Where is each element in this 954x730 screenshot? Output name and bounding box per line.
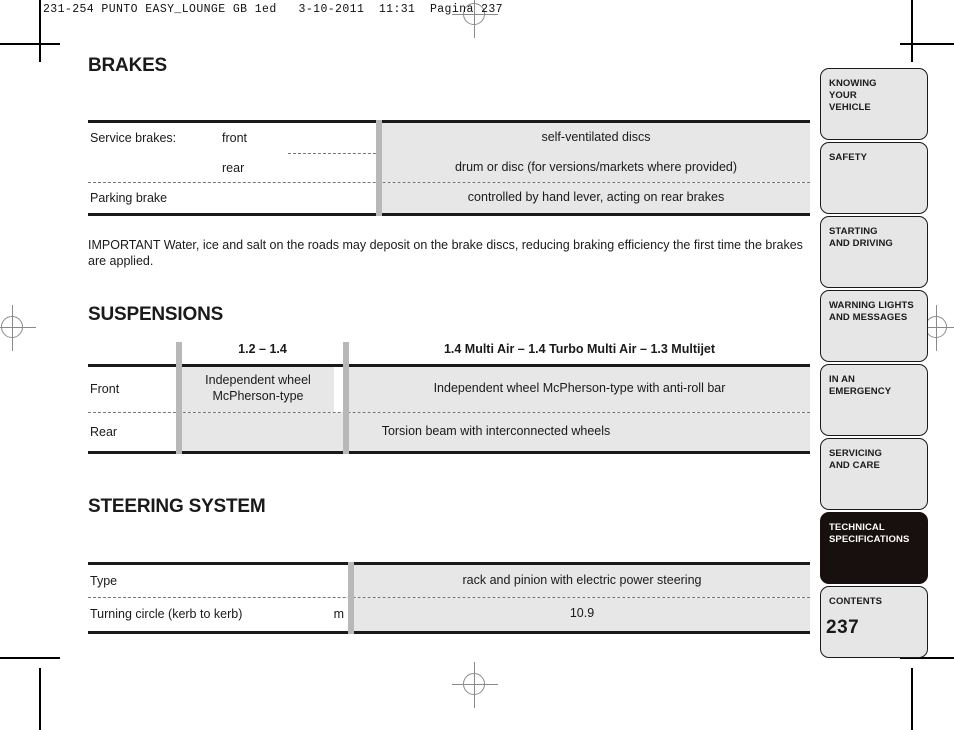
steering-row1-value: 10.9	[354, 597, 810, 631]
suspensions-row1-value: Torsion beam with interconnected wheels	[182, 412, 810, 451]
suspensions-header-row: 1.2 – 1.4 1.4 Multi Air – 1.4 Turbo Mult…	[88, 342, 810, 364]
table-suspensions: 1.2 – 1.4 1.4 Multi Air – 1.4 Turbo Mult…	[88, 341, 810, 454]
thumb-tab-technical-specifications[interactable]: TECHNICAL SPECIFICATIONS	[820, 512, 928, 584]
registration-mark-left-center	[0, 305, 36, 351]
brakes-row1-value: drum or disc (for versions/markets where…	[382, 153, 810, 182]
steering-row0-value: rack and pinion with electric power stee…	[354, 564, 810, 597]
thumb-tab-servicing-and-care[interactable]: SERVICING AND CARE	[820, 438, 928, 510]
thumb-tab-warning-lights-and-messages[interactable]: WARNING LIGHTS AND MESSAGES	[820, 290, 928, 362]
table-brakes: Service brakes: front self-ventilated di…	[88, 120, 810, 216]
table-row: Parking brake controlled by hand lever, …	[88, 183, 810, 213]
brakes-row2-value: controlled by hand lever, acting on rear…	[382, 183, 810, 213]
table-row: Rear Torsion beam with interconnected wh…	[88, 412, 810, 451]
crop-mark-bottom-right-vertical	[911, 668, 913, 730]
brakes-column-separator	[376, 120, 382, 216]
thumb-tab-starting-and-driving[interactable]: STARTING AND DRIVING	[820, 216, 928, 288]
brakes-row0-label: Service brakes:	[90, 131, 177, 145]
thumb-tab-label: WARNING LIGHTS AND MESSAGES	[829, 300, 914, 323]
steering-row0-unit	[304, 565, 354, 597]
suspensions-column-header-0: 1.2 – 1.4	[238, 341, 287, 356]
suspensions-column-header-1: 1.4 Multi Air – 1.4 Turbo Multi Air – 1.…	[443, 341, 716, 356]
table-row: Service brakes: front self-ventilated di…	[88, 123, 810, 153]
suspensions-row0-value-col2: Independent wheel McPherson-type with an…	[349, 366, 810, 412]
page-number: 237	[826, 617, 860, 638]
thumb-tab-label: TECHNICAL SPECIFICATIONS	[829, 522, 910, 545]
section-heading-suspensions: SUSPENSIONS	[88, 303, 224, 325]
table-row: Type rack and pinion with electric power…	[88, 564, 810, 597]
suspensions-row0-value-col1: Independent wheel McPherson-type	[182, 366, 334, 412]
thumb-tab-label: SERVICING AND CARE	[829, 448, 882, 471]
table-row: rear drum or disc (for versions/markets …	[88, 153, 810, 182]
brakes-row2-sub	[200, 183, 382, 213]
thumb-tab-label: KNOWING YOUR VEHICLE	[829, 78, 877, 113]
crop-mark-bottom-left-horizontal	[0, 657, 60, 659]
crop-mark-top-left-vertical	[39, 0, 41, 62]
suspensions-row0-label: Front	[90, 382, 120, 396]
steering-column-separator	[348, 561, 354, 634]
brakes-rule-bottom	[88, 213, 810, 216]
thumb-tab-label: SAFETY	[829, 152, 868, 163]
registration-mark-bottom-center	[452, 662, 498, 708]
steering-row1-unit: m	[333, 607, 344, 621]
brakes-row2-label: Parking brake	[90, 191, 168, 205]
steering-row1-label: Turning circle (kerb to kerb)	[90, 607, 243, 621]
suspensions-row1-label: Rear	[90, 424, 118, 439]
table-row: Front Independent wheel McPherson-type I…	[88, 366, 810, 412]
brakes-row0-value: self-ventilated discs	[382, 123, 810, 153]
crop-mark-top-right-vertical	[911, 0, 913, 62]
section-heading-brakes: BRAKES	[88, 55, 168, 76]
brakes-row1-label	[88, 153, 200, 182]
steering-rule-bottom	[88, 630, 810, 634]
table-steering: Type rack and pinion with electric power…	[88, 561, 810, 634]
thumb-tab-safety[interactable]: SAFETY	[820, 142, 928, 214]
thumb-tab-label: IN AN EMERGENCY	[829, 374, 892, 397]
crop-mark-top-right-horizontal	[900, 43, 954, 45]
table-row: Turning circle (kerb to kerb) m 10.9	[88, 597, 810, 631]
thumb-tab-label: CONTENTS	[829, 596, 883, 607]
brakes-row1-sub: rear	[222, 160, 245, 175]
page-content: BRAKES Service brakes: front self-ventil…	[88, 55, 810, 634]
brakes-important-note: IMPORTANT Water, ice and salt on the roa…	[88, 238, 803, 269]
thumb-tab-in-an-emergency[interactable]: IN AN EMERGENCY	[820, 364, 928, 436]
section-heading-steering: STEERING SYSTEM	[88, 495, 266, 517]
suspensions-column-separator-2	[343, 341, 349, 454]
thumb-tab-label: STARTING AND DRIVING	[829, 226, 893, 249]
crop-mark-bottom-left-vertical	[39, 668, 41, 730]
running-head: 231-254 PUNTO EASY_LOUNGE GB 1ed 3-10-20…	[43, 3, 503, 16]
brakes-row0-sub: front	[222, 131, 248, 145]
thumb-tab-knowing-your-vehicle[interactable]: KNOWING YOUR VEHICLE	[820, 68, 928, 140]
crop-mark-top-left-horizontal	[0, 43, 60, 45]
thumb-index-tabs: KNOWING YOUR VEHICLE SAFETY STARTING AND…	[820, 68, 928, 660]
suspensions-rule-bottom	[88, 450, 810, 454]
steering-row0-label: Type	[90, 573, 118, 588]
suspensions-column-separator-1	[176, 341, 182, 454]
